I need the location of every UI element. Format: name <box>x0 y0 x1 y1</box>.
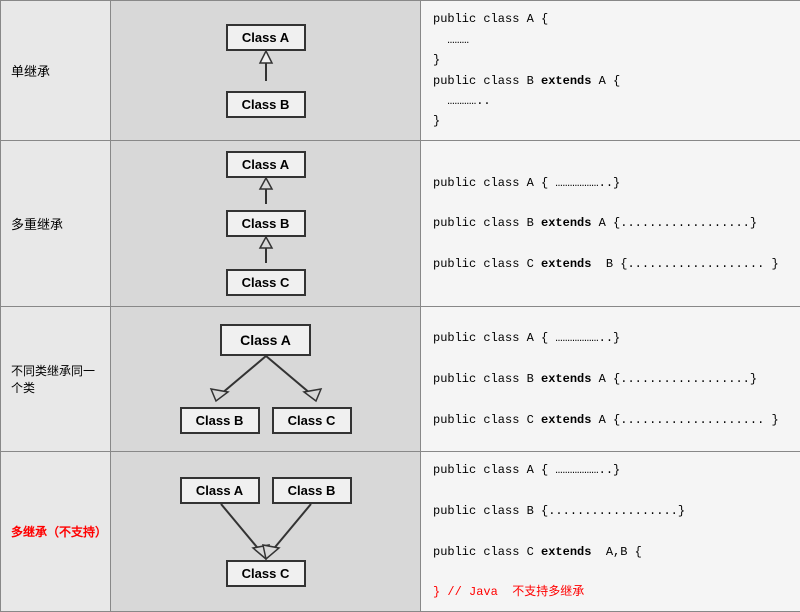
arrow-chain-1 <box>251 178 281 210</box>
class-box-c-chain: Class C <box>226 269 306 296</box>
label-fork: 不同类继承同一个类 <box>1 307 111 452</box>
class-box-a-single: Class A <box>226 24 306 51</box>
diagram-single: Class A Class B <box>111 1 421 141</box>
code-single: public class A { ……… } public class B ex… <box>421 1 800 141</box>
arrow-fork <box>186 356 346 411</box>
diagram-chain: Class A Class B Class C <box>111 141 421 307</box>
class-box-a-chain: Class A <box>226 151 306 178</box>
arrow-chain-2 <box>251 237 281 269</box>
label-multi: 多继承（不支持） <box>1 452 111 612</box>
label-chain: 多重继承 <box>1 141 111 307</box>
class-box-c-multi: Class C <box>226 560 306 587</box>
class-box-b-single: Class B <box>226 91 306 118</box>
diagram-multi: Class A Class B Class C <box>111 452 421 612</box>
class-box-b-chain: Class B <box>226 210 306 237</box>
code-fork: public class A { ………………..} public class … <box>421 307 800 452</box>
diagram-fork: Class A Class B Class C <box>111 307 421 452</box>
code-chain: public class A { ………………..} public class … <box>421 141 800 307</box>
class-box-b-multi: Class B <box>272 477 352 504</box>
class-box-a-multi: Class A <box>180 477 260 504</box>
label-single: 单继承 <box>1 1 111 141</box>
arrow-single <box>251 51 281 91</box>
code-multi: public class A { ………………..} public class … <box>421 452 800 612</box>
class-box-a-fork: Class A <box>220 324 311 356</box>
class-box-b-fork: Class B <box>180 407 260 434</box>
arrow-multi <box>166 504 366 564</box>
class-box-c-fork: Class C <box>272 407 352 434</box>
